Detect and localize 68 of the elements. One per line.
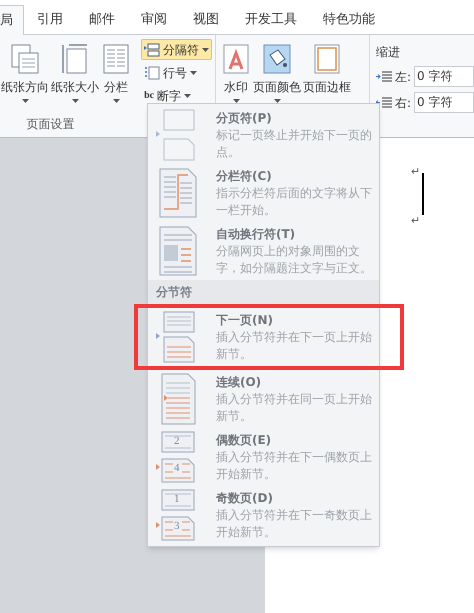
paint-bucket-icon <box>262 43 292 75</box>
menu-item-title: 下一页(N) <box>216 312 274 329</box>
menu-item-description: 标记一页终止并开始下一页的点。 <box>216 127 372 161</box>
menu-item[interactable]: 2 4 偶数页(E) 插入分节符并在下一偶数页上开始新节。 <box>148 428 379 486</box>
ribbon-button[interactable]: 分隔符 <box>141 39 212 60</box>
line-numbers-icon <box>144 66 160 80</box>
caret-icon <box>190 70 198 74</box>
page-number: 2 <box>174 434 180 448</box>
page-border-icon <box>312 43 342 75</box>
ribbon-button[interactable]: 分栏 <box>100 43 132 115</box>
menu-item-description: 指示分栏符后面的文字将从下一栏开始。 <box>216 185 372 219</box>
hyphenation-icon: bc <box>144 88 154 103</box>
menu-item-description: 插入分节符并在同一页上开始新节。 <box>216 391 372 425</box>
menu-item[interactable]: 下一页(N) 插入分节符并在下一页上开始新节。 <box>148 308 379 366</box>
menu-item[interactable]: 自动换行符(T) 分隔网页上的对象周围的文字，如分隔题注文字与正文。 <box>148 222 379 280</box>
page-size-icon <box>60 43 90 75</box>
indent-field[interactable]: 0 字符 <box>414 66 474 87</box>
ribbon-button[interactable]: bc 断字 <box>141 85 194 106</box>
caret-icon <box>72 99 78 103</box>
ribbon-tab[interactable]: 视图 <box>180 5 232 34</box>
caret-icon <box>184 94 192 98</box>
menu-item-title: 连续(O) <box>216 374 262 391</box>
group-title: 缩进 <box>376 44 401 61</box>
caret-icon <box>202 48 210 52</box>
menu-item-title: 奇数页(D) <box>216 490 274 507</box>
menu-item-title: 分页符(P) <box>216 110 273 127</box>
ribbon-tab[interactable]: 审阅 <box>128 5 180 34</box>
ribbon-button[interactable]: 水印 <box>220 43 252 103</box>
page-number: 1 <box>174 492 180 506</box>
ribbon-tab[interactable]: 邮件 <box>76 5 128 34</box>
ribbon-tab[interactable]: 开发工具 <box>232 5 310 34</box>
ribbon-button[interactable]: 纸张方向 <box>0 43 50 115</box>
menu-item[interactable]: 分页符(P) 标记一页终止并开始下一页的点。 <box>148 106 379 164</box>
menu-item-title: 自动换行符(T) <box>216 226 296 243</box>
paragraph-mark: ↵ <box>411 164 420 180</box>
caret-icon <box>112 99 120 103</box>
menu-item-description: 分隔网页上的对象周围的文字，如分隔题注文字与正文。 <box>216 243 372 277</box>
watermark-icon <box>221 43 252 75</box>
menu-item-description: 插入分节符并在下一偶数页上开始新节。 <box>216 449 372 483</box>
ribbon-button[interactable]: 纸张大小 <box>50 43 100 115</box>
menu-item[interactable]: 连续(O) 插入分节符并在同一页上开始新节。 <box>148 370 379 428</box>
caret-icon <box>22 99 28 103</box>
menu-item-description: 插入分节符并在下一页上开始新节。 <box>216 329 372 363</box>
indent-field[interactable]: 0 字符 <box>414 92 474 113</box>
text-cursor <box>422 172 424 214</box>
menu-item[interactable]: 1 3 奇数页(D) 插入分节符并在下一奇数页上开始新节。 <box>148 486 379 544</box>
menu-item-title: 偶数页(E) <box>216 432 272 449</box>
menu-item[interactable]: 分栏符(C) 指示分栏符后面的文字将从下一栏开始。 <box>148 164 379 222</box>
indent-left-icon <box>376 70 392 82</box>
page-number: 3 <box>174 519 180 533</box>
breaks-icon <box>144 42 160 56</box>
menu-section-header: 分节符 <box>148 280 379 304</box>
group-label: 页面设置 <box>26 116 76 133</box>
page-orientation-icon <box>10 43 40 75</box>
ribbon-button[interactable]: 页面边框 <box>302 43 352 96</box>
ribbon-button[interactable]: 页面颜色 <box>252 43 302 103</box>
columns-icon <box>101 43 131 75</box>
ribbon-tab[interactable]: 局 <box>0 5 24 35</box>
page-number: 4 <box>174 461 180 475</box>
ribbon-tab[interactable]: 引用 <box>24 5 76 34</box>
field-label: 左: <box>394 68 411 86</box>
indent-right-icon <box>376 96 392 108</box>
paragraph-mark: ↵ <box>411 212 420 228</box>
ribbon-tab[interactable]: 特色功能 <box>310 5 388 34</box>
ribbon-button[interactable]: 行号 <box>141 62 200 83</box>
menu-item-description: 插入分节符并在下一奇数页上开始新节。 <box>216 507 372 541</box>
menu-item-title: 分栏符(C) <box>216 168 273 185</box>
field-label: 右: <box>394 94 411 112</box>
